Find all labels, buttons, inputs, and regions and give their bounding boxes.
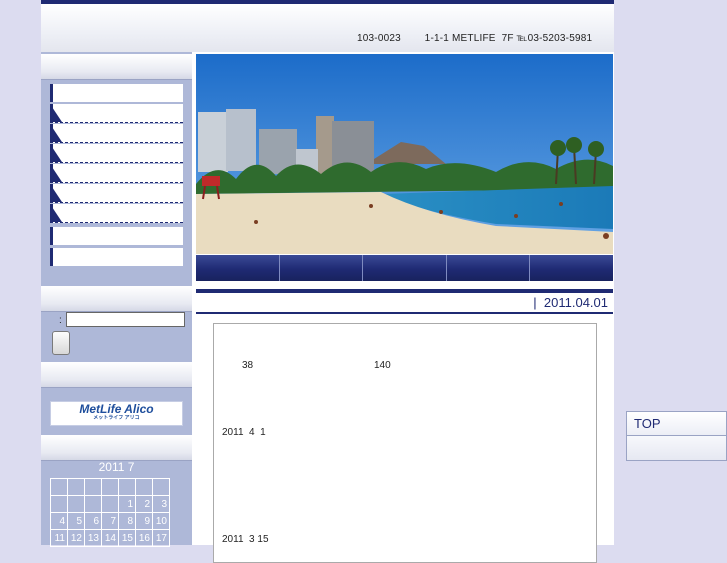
content-date-2: 2011 3 15 — [222, 534, 269, 545]
top-link[interactable]: TOP — [627, 412, 726, 436]
calendar-day — [135, 478, 153, 496]
calendar-day — [101, 478, 119, 496]
calendar-day: 16 — [135, 529, 153, 547]
sidebar-item-7[interactable] — [50, 204, 183, 223]
calendar-section-header — [41, 435, 192, 461]
calendar-day: 12 — [67, 529, 85, 547]
main-content: 38 140 2011 4 1 2011 3 15 — [213, 323, 597, 563]
banner-subtext: メットライフ アリコ — [93, 415, 140, 421]
calendar-day — [50, 478, 68, 496]
calendar-week: 4 5 6 7 8 9 10 — [50, 512, 170, 530]
calendar-day: 11 — [50, 529, 68, 547]
calendar-day — [84, 478, 102, 496]
calendar-day — [118, 478, 136, 496]
banner-section-header — [41, 362, 192, 388]
site-header: 103-0023 1-1-1 METLIFE 7F ℡03-5203-5981 — [41, 0, 614, 52]
nav-tab-5[interactable] — [530, 255, 613, 281]
calendar-day: 1 — [118, 495, 136, 513]
global-nav — [196, 255, 613, 281]
content-number-2: 140 — [374, 360, 391, 371]
metlife-alico-banner[interactable]: MetLife Alico メットライフ アリコ — [50, 401, 183, 426]
calendar-day: 8 — [118, 512, 136, 530]
content-date-1: 2011 4 1 — [222, 427, 266, 438]
entry-date: | 2011.04.01 — [533, 295, 608, 310]
sidebar-item-1[interactable] — [50, 84, 183, 102]
sidebar-item-5[interactable] — [50, 164, 183, 183]
search-input[interactable] — [66, 312, 185, 327]
sidebar-item-3[interactable] — [50, 124, 183, 143]
search-section-header — [41, 286, 192, 312]
sidebar-item-2[interactable] — [50, 104, 183, 123]
calendar-day: 2 — [135, 495, 153, 513]
calendar-day: 7 — [101, 512, 119, 530]
top-link-label: TOP — [634, 416, 661, 431]
entry-date-bar: | 2011.04.01 — [196, 289, 613, 314]
floating-secondary-link[interactable] — [627, 436, 726, 460]
calendar-day: 6 — [84, 512, 102, 530]
sidebar-item-8[interactable] — [50, 227, 183, 245]
floating-top-box: TOP — [626, 411, 727, 461]
content-number-1: 38 — [242, 360, 254, 371]
sidebar-nav — [50, 84, 183, 268]
calendar-day — [67, 478, 85, 496]
search-label: : — [59, 315, 62, 326]
calendar-day: 3 — [152, 495, 170, 513]
calendar-day — [67, 495, 85, 513]
search-button[interactable] — [52, 331, 70, 355]
calendar-day — [50, 495, 68, 513]
sidebar-item-9[interactable] — [50, 248, 183, 266]
calendar-day: 17 — [152, 529, 170, 547]
hero-beach-image — [196, 54, 613, 254]
calendar-day: 13 — [84, 529, 102, 547]
nav-tab-2[interactable] — [279, 255, 364, 281]
sidebar-item-6[interactable] — [50, 184, 183, 203]
calendar-day: 4 — [50, 512, 68, 530]
calendar-day — [101, 495, 119, 513]
calendar-day — [152, 478, 170, 496]
sidebar-item-4[interactable] — [50, 144, 183, 163]
sidebar-menu-header — [41, 54, 192, 80]
calendar-week — [50, 478, 170, 496]
left-sidebar: : MetLife Alico メットライフ アリコ 2011 7 123456… — [41, 52, 192, 547]
nav-tab-4[interactable] — [446, 255, 531, 281]
header-address: 103-0023 1-1-1 METLIFE 7F ℡03-5203-5981 — [357, 33, 593, 44]
calendar-day: 14 — [101, 529, 119, 547]
calendar-title: 2011 7 — [98, 460, 135, 474]
calendar-day: 10 — [152, 512, 170, 530]
calendar-day: 15 — [118, 529, 136, 547]
calendar-day: 9 — [135, 512, 153, 530]
nav-tab-1[interactable] — [196, 255, 280, 281]
calendar-day: 5 — [67, 512, 85, 530]
calendar-day — [84, 495, 102, 513]
calendar-week: 11 12 13 14 15 16 17 — [50, 529, 170, 547]
nav-tab-3[interactable] — [363, 255, 447, 281]
calendar-grid: 1 2 3 4 5 6 7 8 9 10 11 12 13 14 15 16 17 — [50, 478, 170, 547]
calendar-week: 123 — [50, 495, 170, 513]
banner-brand: MetLife Alico — [79, 402, 154, 416]
